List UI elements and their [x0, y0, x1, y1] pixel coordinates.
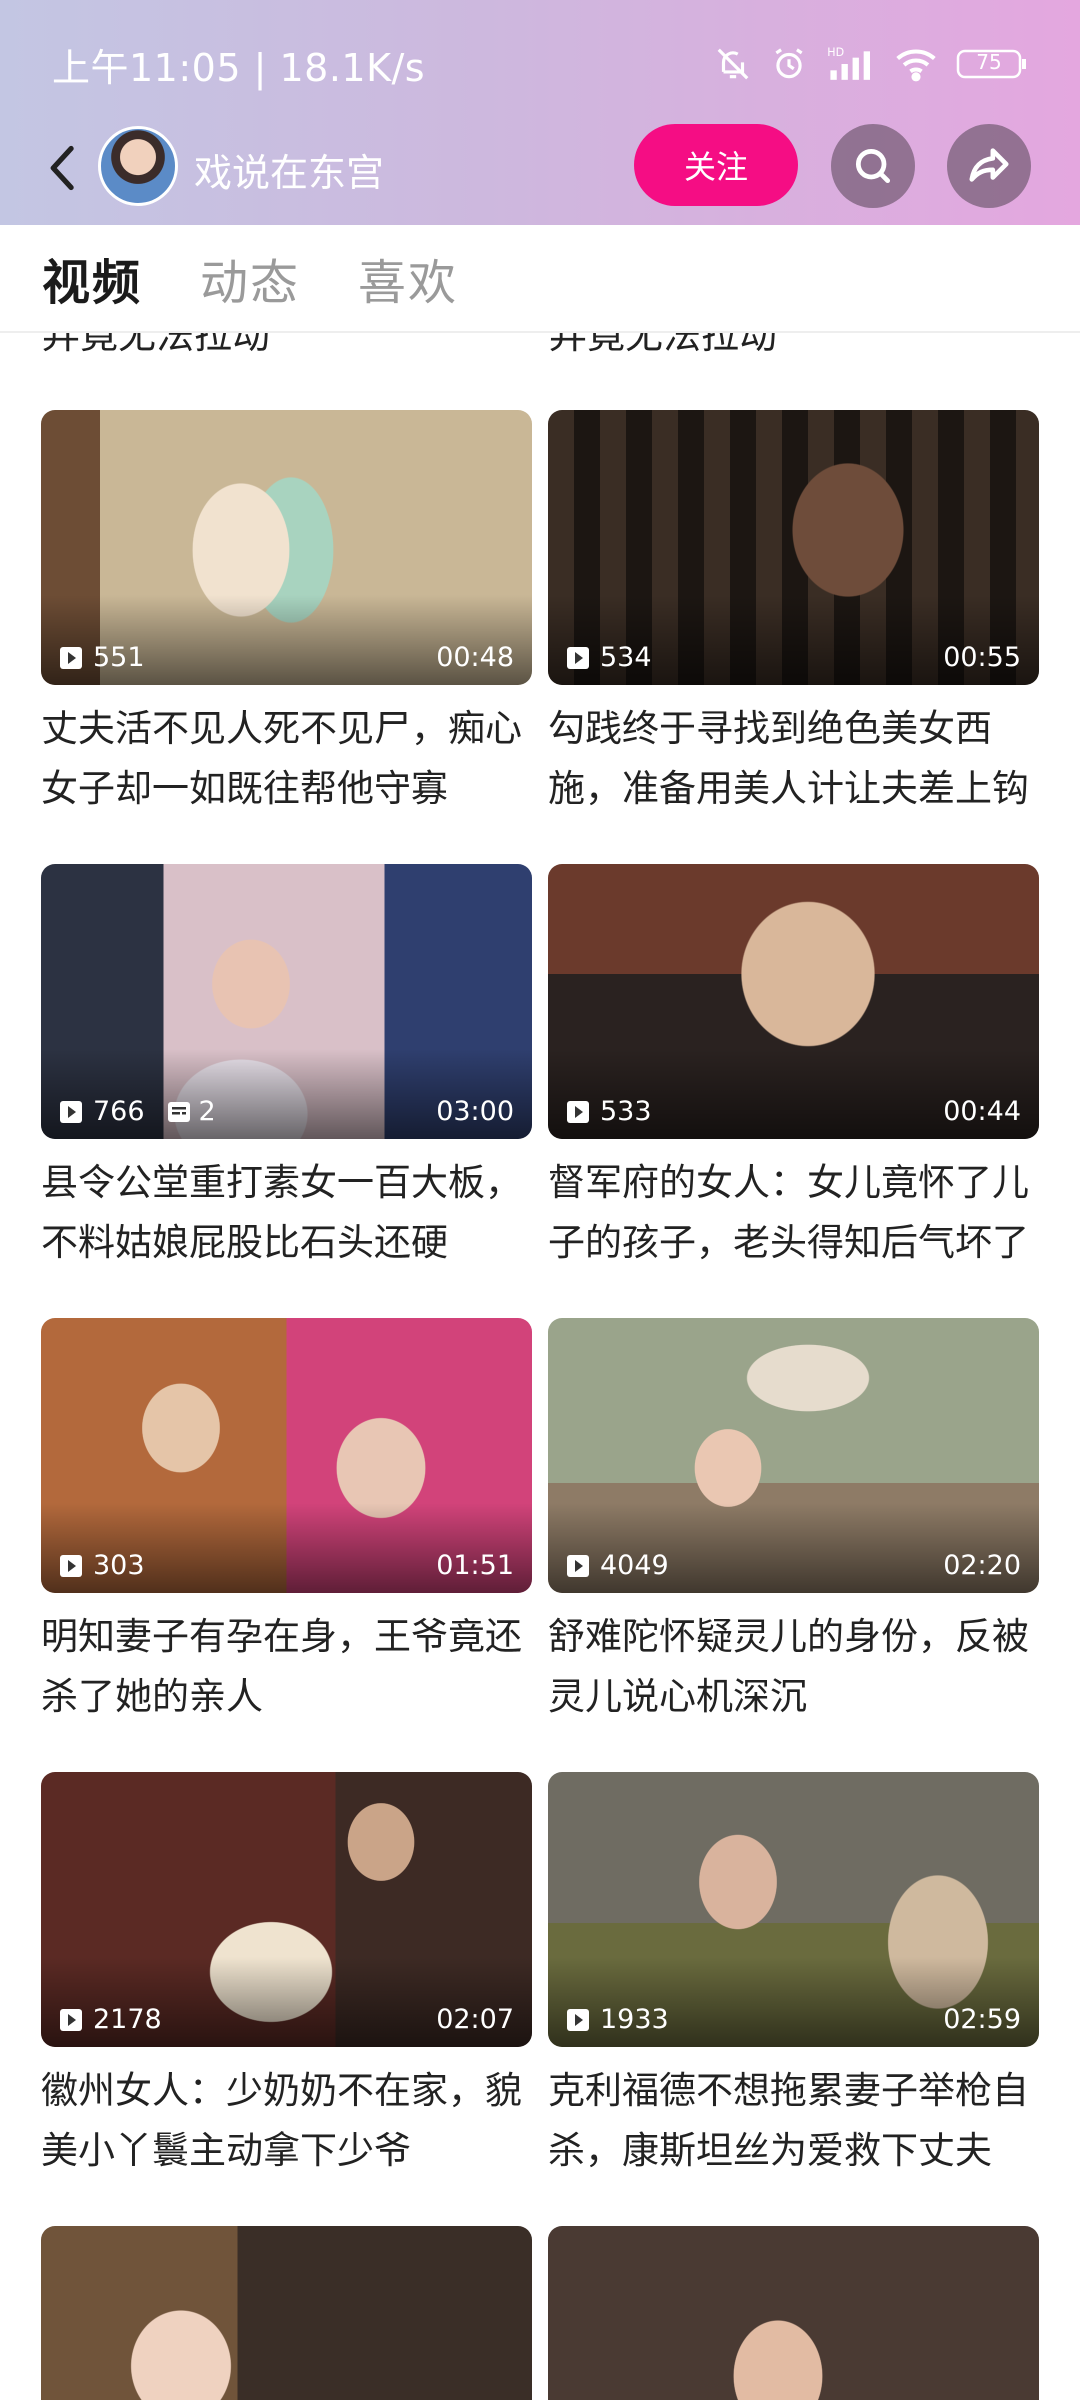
video-title[interactable]: 县令公堂重打素女一百大板，不料姑娘屁股比石头还硬	[41, 1153, 532, 1273]
share-icon	[969, 148, 1009, 182]
follow-button[interactable]: 关注	[634, 124, 798, 206]
danmaku-count: 2	[167, 1096, 216, 1127]
duration: 02:07	[436, 2004, 514, 2035]
play-count-icon	[60, 1554, 82, 1577]
video-card[interactable]: 2178 02:07 徽州女人：少奶奶不在家，貌美小丫鬟主动拿下少爷	[41, 1772, 532, 2181]
video-grid: 弄竟无法拉动 弄竟无法拉动 551 00:48 丈夫活不见人死不见尸，痴心女子却…	[0, 333, 1080, 2400]
view-count: 534	[600, 642, 652, 673]
status-time: 上午11:05 | 18.1K/s	[52, 45, 426, 90]
search-icon	[855, 148, 891, 184]
search-button[interactable]	[831, 124, 915, 208]
video-thumbnail[interactable]: 4049 02:20	[548, 1318, 1039, 1593]
video-card[interactable]: 4049 02:20 舒难陀怀疑灵儿的身份，反被灵儿说心机深沉	[548, 1318, 1039, 1727]
tab-videos[interactable]: 视频	[42, 243, 142, 313]
video-thumbnail[interactable]: 1933 02:59	[548, 1772, 1039, 2047]
view-count: 551	[93, 642, 145, 673]
alarm-icon	[770, 45, 808, 83]
duration: 03:00	[436, 1096, 514, 1127]
video-thumbnail[interactable]: 2178 02:07	[41, 1772, 532, 2047]
play-count-icon	[567, 646, 589, 669]
view-count: 533	[600, 1096, 652, 1127]
video-card[interactable]: 533 00:44 督军府的女人：女儿竟怀了儿子的孩子，老头得知后气坏了	[548, 864, 1039, 1273]
play-count-icon	[60, 1100, 82, 1123]
status-bar: 上午11:05 | 18.1K/s HD 75	[0, 0, 1080, 128]
video-title[interactable]: 徽州女人：少奶奶不在家，貌美小丫鬟主动拿下少爷	[41, 2061, 532, 2181]
channel-name[interactable]: 戏说在东宫	[194, 142, 384, 197]
view-count: 303	[93, 1550, 145, 1581]
signal-icon: HD	[826, 45, 876, 83]
battery-level: 75	[976, 50, 1002, 74]
tab-bar: 视频 动态 喜欢	[0, 225, 1080, 333]
wifi-icon	[894, 45, 938, 83]
battery-icon: 75	[956, 47, 1028, 81]
video-thumbnail[interactable]	[548, 2226, 1039, 2400]
video-title[interactable]: 克利福德不想拖累妻子举枪自杀，康斯坦丝为爱救下丈夫	[548, 2061, 1039, 2181]
play-count-icon	[60, 646, 82, 669]
video-title[interactable]: 丈夫活不见人死不见尸，痴心女子却一如既往帮他守寡	[41, 699, 532, 819]
video-thumbnail[interactable]: 533 00:44	[548, 864, 1039, 1139]
svg-text:HD: HD	[827, 46, 844, 59]
video-title[interactable]: 明知妻子有孕在身，王爷竟还杀了她的亲人	[41, 1607, 532, 1727]
video-thumbnail[interactable]: 766 2 03:00	[41, 864, 532, 1139]
video-card[interactable]: 303 01:51 明知妻子有孕在身，王爷竟还杀了她的亲人	[41, 1318, 532, 1727]
tab-posts[interactable]: 动态	[200, 243, 300, 313]
nav-bar: 戏说在东宫 关注	[0, 118, 1080, 218]
play-count-icon	[567, 1554, 589, 1577]
video-thumbnail[interactable]: 551 00:48	[41, 410, 532, 685]
video-card[interactable]: 534 00:55 勾践终于寻找到绝色美女西施，准备用美人计让夫差上钩	[548, 410, 1039, 819]
video-thumbnail[interactable]	[41, 2226, 532, 2400]
mute-bell-icon	[714, 45, 752, 83]
video-card[interactable]	[548, 2226, 1039, 2400]
video-card[interactable]: 1933 02:59 克利福德不想拖累妻子举枪自杀，康斯坦丝为爱救下丈夫	[548, 1772, 1039, 2181]
play-count-icon	[567, 1100, 589, 1123]
view-count: 766	[93, 1096, 145, 1127]
video-thumbnail[interactable]: 534 00:55	[548, 410, 1039, 685]
video-card[interactable]: 551 00:48 丈夫活不见人死不见尸，痴心女子却一如既往帮他守寡	[41, 410, 532, 819]
view-count: 1933	[600, 2004, 669, 2035]
video-thumbnail[interactable]: 303 01:51	[41, 1318, 532, 1593]
duration: 00:48	[436, 642, 514, 673]
status-icons: HD 75	[714, 45, 1028, 83]
back-button[interactable]	[38, 140, 88, 196]
play-count-icon	[567, 2008, 589, 2031]
view-count: 4049	[600, 1550, 669, 1581]
duration: 00:44	[943, 1096, 1021, 1127]
duration: 02:20	[943, 1550, 1021, 1581]
video-card[interactable]: 766 2 03:00 县令公堂重打素女一百大板，不料姑娘屁股比石头还硬	[41, 864, 532, 1273]
video-card[interactable]	[41, 2226, 532, 2400]
video-title[interactable]: 弄竟无法拉动	[549, 333, 777, 365]
video-title[interactable]: 弄竟无法拉动	[42, 333, 270, 365]
danmaku-icon	[167, 1101, 190, 1122]
duration: 00:55	[943, 642, 1021, 673]
share-button[interactable]	[947, 124, 1031, 208]
avatar[interactable]	[98, 126, 178, 206]
chevron-left-icon	[50, 145, 74, 191]
danmaku-value: 2	[198, 1096, 216, 1127]
tab-likes[interactable]: 喜欢	[358, 243, 458, 313]
video-title[interactable]: 舒难陀怀疑灵儿的身份，反被灵儿说心机深沉	[548, 1607, 1039, 1727]
duration: 01:51	[436, 1550, 514, 1581]
video-title[interactable]: 督军府的女人：女儿竟怀了儿子的孩子，老头得知后气坏了	[548, 1153, 1039, 1273]
view-count: 2178	[93, 2004, 162, 2035]
duration: 02:59	[943, 2004, 1021, 2035]
play-count-icon	[60, 2008, 82, 2031]
video-title[interactable]: 勾践终于寻找到绝色美女西施，准备用美人计让夫差上钩	[548, 699, 1039, 819]
